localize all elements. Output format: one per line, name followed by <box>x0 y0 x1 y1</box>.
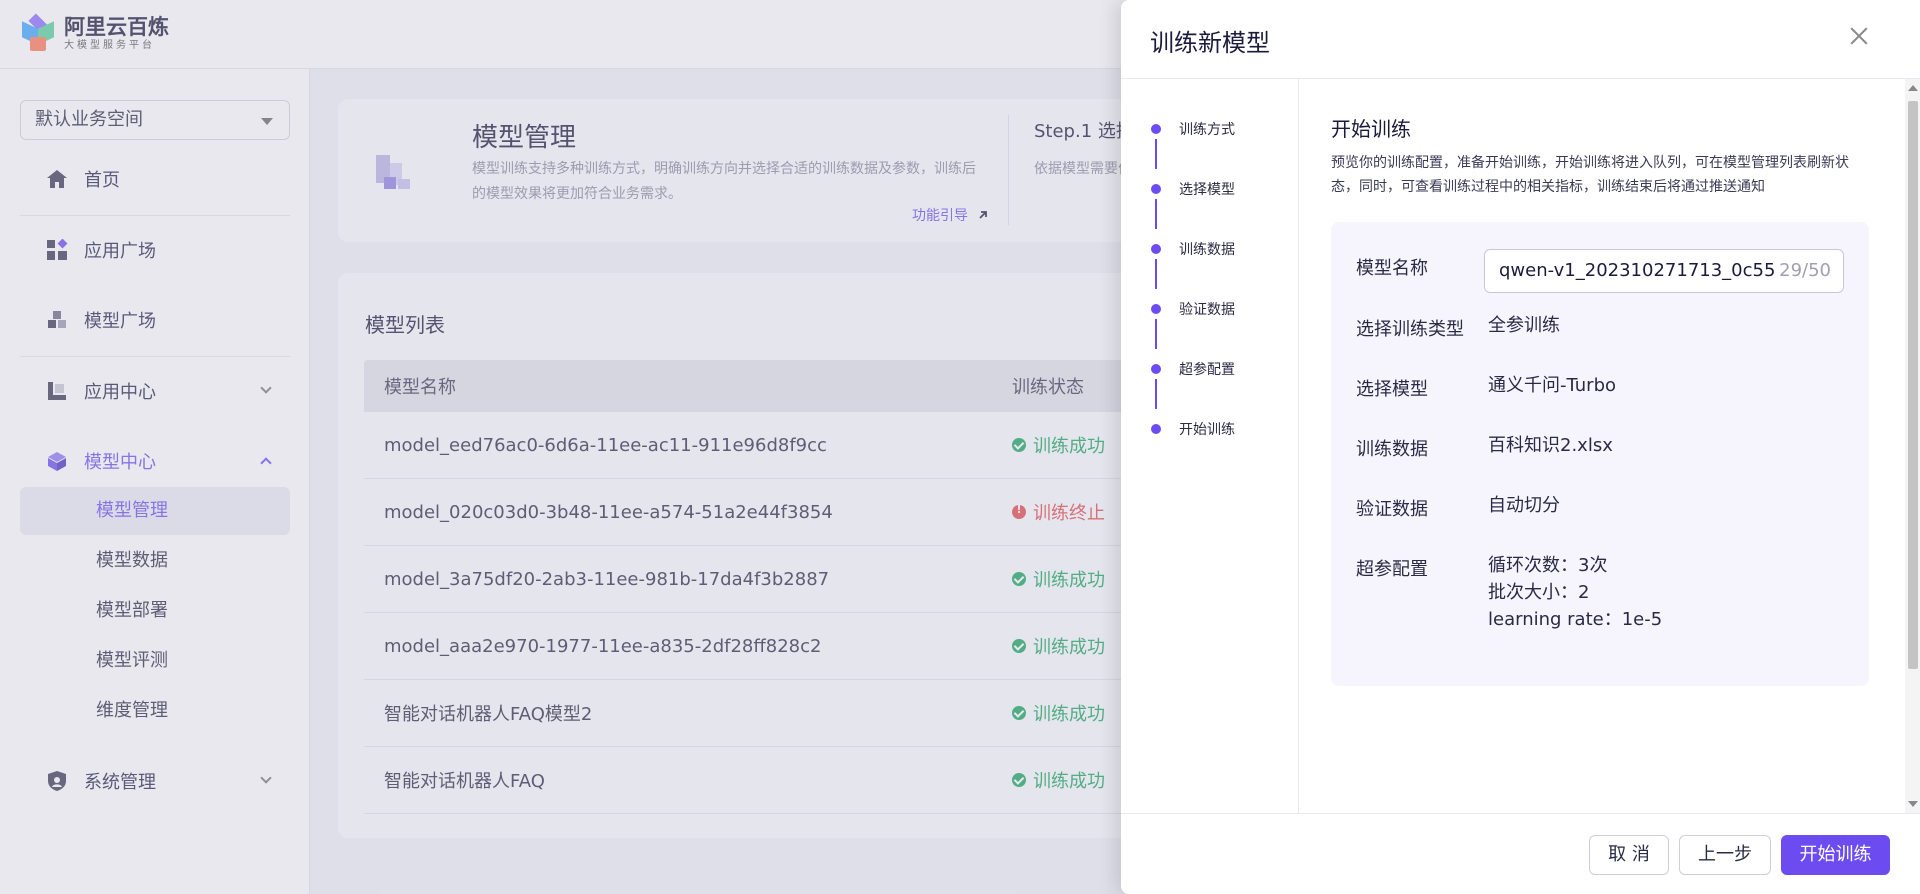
cancel-button[interactable]: 取 消 <box>1589 835 1669 875</box>
step-item[interactable]: 选择模型 <box>1151 179 1235 199</box>
step-dot <box>1151 304 1161 314</box>
step-label: 超参配置 <box>1179 362 1235 378</box>
start-training-button[interactable]: 开始训练 <box>1781 835 1890 875</box>
summary-label: 选择模型 <box>1356 379 1428 400</box>
scrollbar-thumb[interactable] <box>1908 101 1918 669</box>
hyperparam-epochs: 循环次数：3次 <box>1488 555 1608 576</box>
close-icon[interactable] <box>1848 25 1870 47</box>
step-item[interactable]: 训练数据 <box>1151 239 1235 259</box>
step-label: 训练方式 <box>1179 122 1235 138</box>
char-counter: 29/50 <box>1775 250 1831 292</box>
summary-label: 超参配置 <box>1356 559 1428 580</box>
scroll-up-arrow-icon[interactable] <box>1908 85 1918 91</box>
step-connector <box>1155 139 1157 169</box>
summary-label: 验证数据 <box>1356 499 1428 520</box>
drawer-scrollbar[interactable] <box>1905 79 1920 813</box>
summary-label: 选择训练类型 <box>1356 319 1464 340</box>
hyperparam-lr: learning rate：1e-5 <box>1488 609 1663 630</box>
step-connector <box>1155 259 1157 289</box>
model-name-input[interactable]: qwen-v1_202310271713_0c5583c 29/50 <box>1484 249 1844 293</box>
step-dot <box>1151 184 1161 194</box>
step-label: 验证数据 <box>1179 302 1235 318</box>
previous-step-button[interactable]: 上一步 <box>1679 835 1771 875</box>
step-item[interactable]: 超参配置 <box>1151 359 1235 379</box>
step-item[interactable]: 验证数据 <box>1151 299 1235 319</box>
summary-value: 通义千问-Turbo <box>1488 375 1617 396</box>
model-name-input-value: qwen-v1_202310271713_0c5583c <box>1499 260 1781 281</box>
summary-label: 训练数据 <box>1356 439 1428 460</box>
summary-value: 全参训练 <box>1488 315 1560 336</box>
summary-value: 自动切分 <box>1488 495 1560 516</box>
step-item[interactable]: 训练方式 <box>1151 119 1235 139</box>
scroll-down-arrow-icon[interactable] <box>1908 801 1918 807</box>
step-connector <box>1155 199 1157 229</box>
drawer-header: 训练新模型 <box>1121 0 1920 79</box>
step-label: 训练数据 <box>1179 242 1235 258</box>
step-connector <box>1155 319 1157 349</box>
step-item[interactable]: 开始训练 <box>1151 419 1235 439</box>
drawer-footer: 取 消 上一步 开始训练 <box>1121 813 1920 894</box>
drawer-body: 开始训练 预览你的训练配置，准备开始训练，开始训练将进入队列，可在模型管理列表刷… <box>1299 79 1905 813</box>
step-navigator: 训练方式 选择模型 训练数据 验证数据 超参配置 开始训练 <box>1121 79 1299 813</box>
step-dot <box>1151 364 1161 374</box>
step-dot <box>1151 124 1161 134</box>
train-model-drawer: 训练新模型 训练方式 选择模型 训练数据 验证数据 超参配置 开始训练 开始训练… <box>1121 0 1920 894</box>
summary-value: 百科知识2.xlsx <box>1488 435 1613 456</box>
step-connector <box>1155 379 1157 409</box>
config-summary: 模型名称 qwen-v1_202310271713_0c5583c 29/50 … <box>1331 222 1869 686</box>
step-label: 选择模型 <box>1179 182 1235 198</box>
hyperparam-batch: 批次大小：2 <box>1488 582 1590 603</box>
section-description: 预览你的训练配置，准备开始训练，开始训练将进入队列，可在模型管理列表刷新状态，同… <box>1331 155 1849 195</box>
step-label: 开始训练 <box>1179 422 1235 438</box>
drawer-title: 训练新模型 <box>1150 29 1270 57</box>
step-dot <box>1151 424 1161 434</box>
section-title: 开始训练 <box>1331 117 1411 141</box>
step-dot <box>1151 244 1161 254</box>
